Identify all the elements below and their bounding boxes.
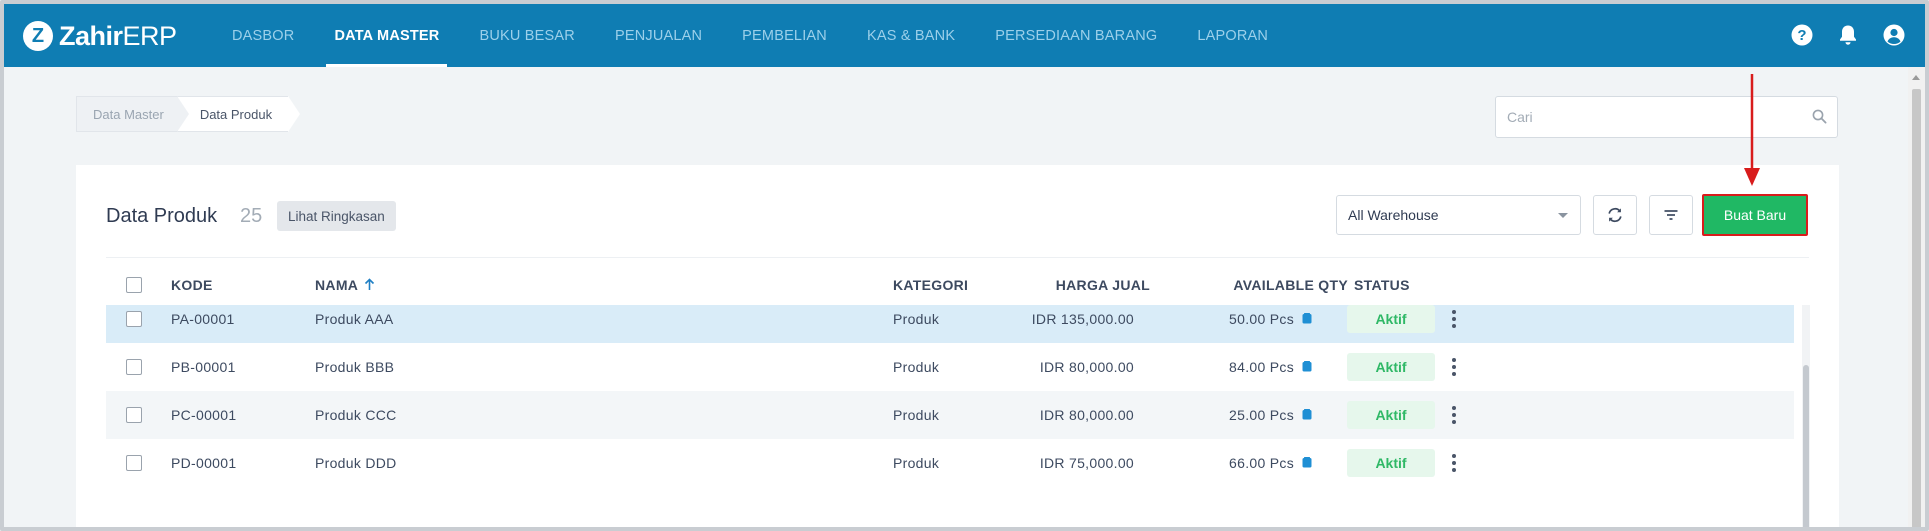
row-checkbox[interactable] bbox=[126, 407, 142, 423]
table-header: KODE NAMA KATEGORI HARGA JUAL AVAILABLE … bbox=[106, 265, 1810, 305]
table-body: PA-00001 Produk AAA Produk IDR 135,000.0… bbox=[106, 305, 1810, 527]
row-checkbox[interactable] bbox=[126, 359, 142, 375]
breadcrumb-data-produk: Data Produk bbox=[176, 96, 289, 132]
table-row[interactable]: PA-00001 Produk AAA Produk IDR 135,000.0… bbox=[106, 305, 1794, 343]
nav-item-laporan[interactable]: LAPORAN bbox=[1177, 4, 1288, 67]
bell-icon[interactable] bbox=[1837, 24, 1859, 46]
cell-qty: 66.00 Pcs bbox=[1229, 455, 1294, 471]
more-actions-icon[interactable] bbox=[1446, 356, 1462, 378]
scroll-up-arrow-icon[interactable] bbox=[1912, 75, 1920, 80]
column-nama[interactable]: NAMA bbox=[315, 277, 375, 293]
cell-nama: Produk DDD bbox=[315, 455, 397, 471]
breadcrumb: Data Master Data Produk bbox=[76, 96, 301, 132]
status-badge: Aktif bbox=[1347, 401, 1435, 429]
cell-kategori: Produk bbox=[893, 407, 940, 423]
table-row[interactable]: PB-00001 Produk BBB Produk IDR 80,000.00… bbox=[106, 343, 1794, 391]
help-icon[interactable]: ? bbox=[1791, 24, 1813, 46]
nav-item-pembelian[interactable]: PEMBELIAN bbox=[722, 4, 847, 67]
breadcrumb-end bbox=[288, 96, 301, 132]
filter-icon bbox=[1664, 210, 1678, 220]
page-scrollbar[interactable] bbox=[1908, 67, 1925, 527]
nav-item-buku-besar[interactable]: BUKU BESAR bbox=[459, 4, 594, 67]
warehouse-select[interactable]: All Warehouse bbox=[1336, 195, 1581, 235]
page-scrollbar-thumb[interactable] bbox=[1912, 89, 1921, 527]
cell-nama: Produk BBB bbox=[315, 359, 395, 375]
user-icon[interactable] bbox=[1883, 24, 1905, 46]
cell-kode: PA-00001 bbox=[171, 311, 235, 327]
cell-harga: IDR 80,000.00 bbox=[1039, 407, 1134, 423]
create-new-button[interactable]: Buat Baru bbox=[1702, 194, 1808, 236]
nav-item-penjualan[interactable]: PENJUALAN bbox=[595, 4, 722, 67]
column-harga-jual[interactable]: HARGA JUAL bbox=[1056, 277, 1150, 293]
stock-icon[interactable] bbox=[1302, 407, 1312, 423]
top-navbar: Z ZahirERP DASBOR DATA MASTER BUKU BESAR… bbox=[4, 4, 1925, 67]
column-available-qty[interactable]: AVAILABLE QTY bbox=[1233, 277, 1348, 293]
cell-harga: IDR 135,000.00 bbox=[1031, 311, 1134, 327]
svg-text:?: ? bbox=[1797, 27, 1806, 44]
cell-nama: Produk CCC bbox=[315, 407, 397, 423]
top-icons: ? bbox=[1791, 24, 1905, 46]
warehouse-select-value: All Warehouse bbox=[1348, 207, 1439, 223]
logo-mark: Z bbox=[23, 21, 53, 51]
page-title: Data Produk bbox=[106, 205, 218, 227]
cell-harga: IDR 80,000.00 bbox=[1039, 359, 1134, 375]
row-checkbox[interactable] bbox=[126, 311, 142, 327]
app-logo[interactable]: Z ZahirERP bbox=[23, 21, 177, 51]
stock-icon[interactable] bbox=[1302, 455, 1312, 471]
chevron-down-icon bbox=[1558, 213, 1568, 218]
annotation-arrow-icon bbox=[1744, 74, 1760, 186]
nav-item-dasbor[interactable]: DASBOR bbox=[212, 4, 314, 67]
more-actions-icon[interactable] bbox=[1446, 308, 1462, 330]
app-window: Z ZahirERP DASBOR DATA MASTER BUKU BESAR… bbox=[0, 0, 1929, 531]
cell-nama: Produk AAA bbox=[315, 311, 394, 327]
row-checkbox[interactable] bbox=[126, 455, 142, 471]
cell-kategori: Produk bbox=[893, 311, 940, 327]
sort-ascending-icon bbox=[365, 278, 375, 290]
more-actions-icon[interactable] bbox=[1446, 404, 1462, 426]
cell-kode: PD-00001 bbox=[171, 455, 237, 471]
breadcrumb-data-master[interactable]: Data Master bbox=[76, 96, 178, 132]
refresh-button[interactable] bbox=[1593, 195, 1637, 235]
status-badge: Aktif bbox=[1347, 305, 1435, 333]
table-scrollbar[interactable] bbox=[1802, 305, 1810, 527]
logo-text: ZahirERP bbox=[59, 20, 177, 51]
main-nav: DASBOR DATA MASTER BUKU BESAR PENJUALAN … bbox=[212, 4, 1288, 67]
nav-item-persediaan-barang[interactable]: PERSEDIAAN BARANG bbox=[975, 4, 1177, 67]
column-kode[interactable]: KODE bbox=[171, 277, 213, 293]
table-row[interactable]: PC-00001 Produk CCC Produk IDR 80,000.00… bbox=[106, 391, 1794, 439]
product-count: 25 bbox=[240, 205, 263, 227]
table-scrollbar-thumb[interactable] bbox=[1803, 365, 1809, 527]
breadcrumb-separator bbox=[176, 96, 189, 132]
cell-harga: IDR 75,000.00 bbox=[1039, 455, 1134, 471]
nav-item-kas-bank[interactable]: KAS & BANK bbox=[847, 4, 975, 67]
column-status[interactable]: STATUS bbox=[1354, 277, 1410, 293]
product-card: Data Produk 25 Lihat Ringkasan All Wareh… bbox=[76, 165, 1839, 527]
search-box bbox=[1495, 96, 1838, 138]
select-all-checkbox[interactable] bbox=[126, 277, 142, 293]
cell-qty: 84.00 Pcs bbox=[1229, 359, 1294, 375]
filter-button[interactable] bbox=[1649, 195, 1693, 235]
column-kategori[interactable]: KATEGORI bbox=[893, 277, 968, 293]
stock-icon[interactable] bbox=[1302, 311, 1312, 327]
cell-kategori: Produk bbox=[893, 359, 940, 375]
status-badge: Aktif bbox=[1347, 449, 1435, 477]
nav-item-data-master[interactable]: DATA MASTER bbox=[314, 4, 459, 67]
search-icon[interactable] bbox=[1812, 109, 1827, 129]
status-badge: Aktif bbox=[1347, 353, 1435, 381]
refresh-icon bbox=[1608, 207, 1622, 223]
view-summary-button[interactable]: Lihat Ringkasan bbox=[277, 201, 396, 231]
more-actions-icon[interactable] bbox=[1446, 452, 1462, 474]
cell-qty: 50.00 Pcs bbox=[1229, 311, 1294, 327]
header-divider bbox=[106, 257, 1809, 258]
cell-kode: PC-00001 bbox=[171, 407, 237, 423]
cell-kategori: Produk bbox=[893, 455, 940, 471]
cell-kode: PB-00001 bbox=[171, 359, 236, 375]
stock-icon[interactable] bbox=[1302, 359, 1312, 375]
cell-qty: 25.00 Pcs bbox=[1229, 407, 1294, 423]
table-row[interactable]: PD-00001 Produk DDD Produk IDR 75,000.00… bbox=[106, 439, 1794, 487]
